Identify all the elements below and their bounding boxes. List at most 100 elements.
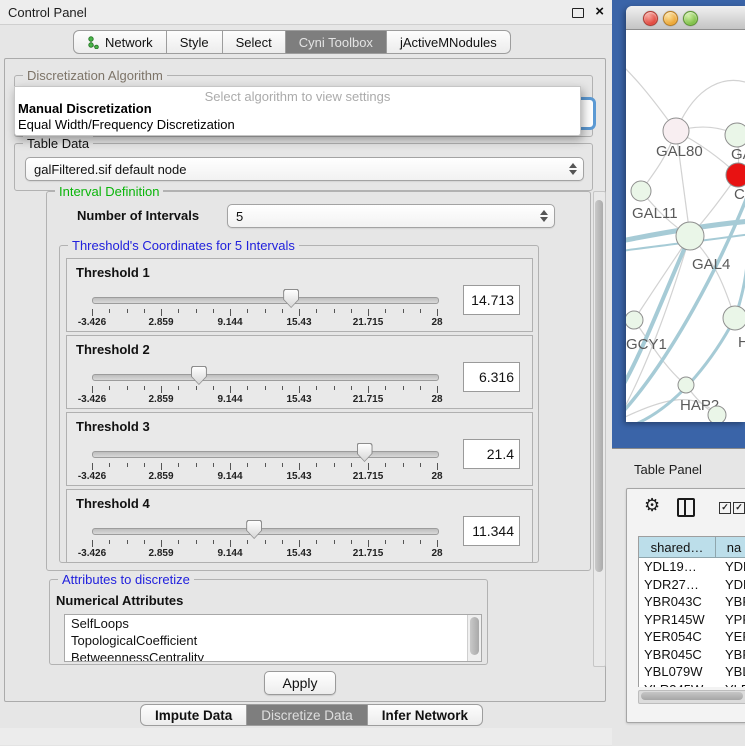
checkbox-icon[interactable]: ✓ <box>733 502 745 514</box>
tick-mark <box>385 463 386 467</box>
attribute-list-item[interactable]: SelfLoops <box>65 615 481 632</box>
node-label: GAL4 <box>692 256 730 273</box>
slider-track[interactable] <box>92 374 439 381</box>
tab-select[interactable]: Select <box>223 30 286 54</box>
number-of-intervals-combobox[interactable]: 5 <box>227 204 555 228</box>
node-label: H <box>738 334 745 351</box>
attribute-list-item[interactable]: TopologicalCoefficient <box>65 632 481 649</box>
float-window-icon[interactable] <box>572 8 584 18</box>
scrollbar-thumb[interactable] <box>595 200 603 572</box>
table-row[interactable]: YPR145WYPR1 <box>639 611 745 629</box>
column-header-name[interactable]: na <box>716 537 745 558</box>
slider-track[interactable] <box>92 451 439 458</box>
network-window-titlebar[interactable] <box>626 6 745 30</box>
tick-mark <box>368 540 369 547</box>
popup-option-manual-discretization[interactable]: Manual Discretization <box>18 101 152 116</box>
table-row[interactable]: YBL079WYBL0 <box>639 663 745 681</box>
tick-mark <box>92 309 93 316</box>
tick-mark <box>213 386 214 390</box>
table-row[interactable]: YBR043CYBR0 <box>639 593 745 611</box>
network-node-h[interactable] <box>723 306 745 330</box>
tab-infer-network[interactable]: Infer Network <box>368 704 483 726</box>
table-data-selected: galFiltered.sif default node <box>34 162 186 177</box>
table-cell: YDR2 <box>720 576 745 594</box>
tick-mark <box>334 540 335 544</box>
network-node-gcy1[interactable] <box>626 311 643 329</box>
settings-vertical-scrollbar[interactable] <box>593 191 606 667</box>
tick-mark <box>144 463 145 467</box>
node-attribute-table[interactable]: shared… na YDL19…YDL1YDR27…YDR2YBR043CYB… <box>638 536 745 687</box>
numerical-attributes-list[interactable]: SelfLoopsTopologicalCoefficientBetweenne… <box>64 614 482 662</box>
mac-close-icon[interactable] <box>643 11 658 26</box>
tick-mark <box>247 540 248 544</box>
slider-track[interactable] <box>92 297 439 304</box>
slider-track[interactable] <box>92 528 439 535</box>
scrollbar-thumb[interactable] <box>641 692 743 700</box>
table-row[interactable]: YDR27…YDR2 <box>639 576 745 594</box>
network-node[interactable] <box>708 406 726 422</box>
table-row[interactable]: YBR045CYBR0 <box>639 646 745 664</box>
table-row[interactable]: YLR345WYLR3 <box>639 681 745 688</box>
tick-label: 2.859 <box>148 548 173 559</box>
apply-button[interactable]: Apply <box>264 671 336 695</box>
threshold-value-field[interactable]: 21.4 <box>463 439 520 469</box>
close-icon[interactable]: × <box>595 3 604 20</box>
tick-mark <box>196 463 197 467</box>
scrollbar-thumb[interactable] <box>470 617 479 655</box>
group-title: Interval Definition <box>55 184 163 199</box>
threshold-1-row: Threshold 1-3.4262.8599.14415.4321.71528… <box>66 258 533 332</box>
slider-thumb[interactable] <box>357 443 373 462</box>
control-panel-titlebar: Control Panel × <box>0 0 612 25</box>
slider-thumb[interactable] <box>191 366 207 385</box>
tab-style[interactable]: Style <box>167 30 223 54</box>
tick-mark <box>213 540 214 544</box>
tick-label: 15.43 <box>286 317 311 328</box>
column-header-shared-name[interactable]: shared… <box>639 537 716 558</box>
attributes-scrollbar[interactable] <box>467 615 481 661</box>
interval-definition-group: Interval Definition Number of Intervals … <box>46 191 591 571</box>
table-row[interactable]: YER054CYER0 <box>639 628 745 646</box>
popup-option-equal-width-frequency[interactable]: Equal Width/Frequency Discretization <box>18 117 235 132</box>
tick-mark <box>420 540 421 544</box>
table-horizontal-scrollbar[interactable] <box>638 690 745 704</box>
attribute-list-item[interactable]: BetweennessCentrality <box>65 649 481 662</box>
slider-thumb[interactable] <box>283 289 299 308</box>
table-data-combobox[interactable]: galFiltered.sif default node <box>25 157 584 181</box>
tick-mark <box>437 540 438 547</box>
threshold-label: Threshold 1 <box>76 265 150 280</box>
table-cell: YER054C <box>639 628 720 646</box>
network-node-gal11[interactable] <box>631 181 651 201</box>
tab-jactivemnodules[interactable]: jActiveMNodules <box>387 30 511 54</box>
threshold-value-field[interactable]: 11.344 <box>463 516 520 546</box>
table-row[interactable]: YDL19…YDL1 <box>639 558 745 576</box>
node-label: GCY1 <box>626 336 667 353</box>
group-title: Threshold's Coordinates for 5 Intervals <box>68 238 299 253</box>
network-node-gal80[interactable] <box>663 118 689 144</box>
network-node-hap2[interactable] <box>678 377 694 393</box>
mac-minimize-icon[interactable] <box>663 11 678 26</box>
network-node-ga[interactable] <box>725 123 745 147</box>
network-node-gal4[interactable] <box>676 222 704 250</box>
tick-label: 2.859 <box>148 394 173 405</box>
threshold-label: Threshold 4 <box>76 496 150 511</box>
tick-label: 21.715 <box>353 548 384 559</box>
tick-mark <box>230 463 231 470</box>
tab-discretize-data[interactable]: Discretize Data <box>247 704 368 726</box>
tick-mark <box>109 309 110 313</box>
network-node-c[interactable] <box>726 163 745 187</box>
mac-zoom-icon[interactable] <box>683 11 698 26</box>
tab-cyni-toolbox[interactable]: Cyni Toolbox <box>286 30 387 54</box>
tab-network[interactable]: Network <box>73 30 167 54</box>
spinner-arrows-icon <box>540 205 548 227</box>
tick-mark <box>368 309 369 316</box>
checkbox-icon[interactable]: ✓ <box>719 502 731 514</box>
split-columns-icon[interactable] <box>677 498 695 517</box>
tick-mark <box>127 309 128 313</box>
slider-thumb[interactable] <box>246 520 262 539</box>
group-title: Attributes to discretize <box>58 572 194 587</box>
threshold-value-field[interactable]: 6.316 <box>463 362 520 392</box>
threshold-value-field[interactable]: 14.713 <box>463 285 520 315</box>
network-graph-canvas[interactable]: GAL80GACGAL11GAL4GCY1HHAP2 <box>626 29 745 422</box>
gear-icon[interactable]: ⚙ <box>644 495 660 515</box>
tab-impute-data[interactable]: Impute Data <box>140 704 247 726</box>
